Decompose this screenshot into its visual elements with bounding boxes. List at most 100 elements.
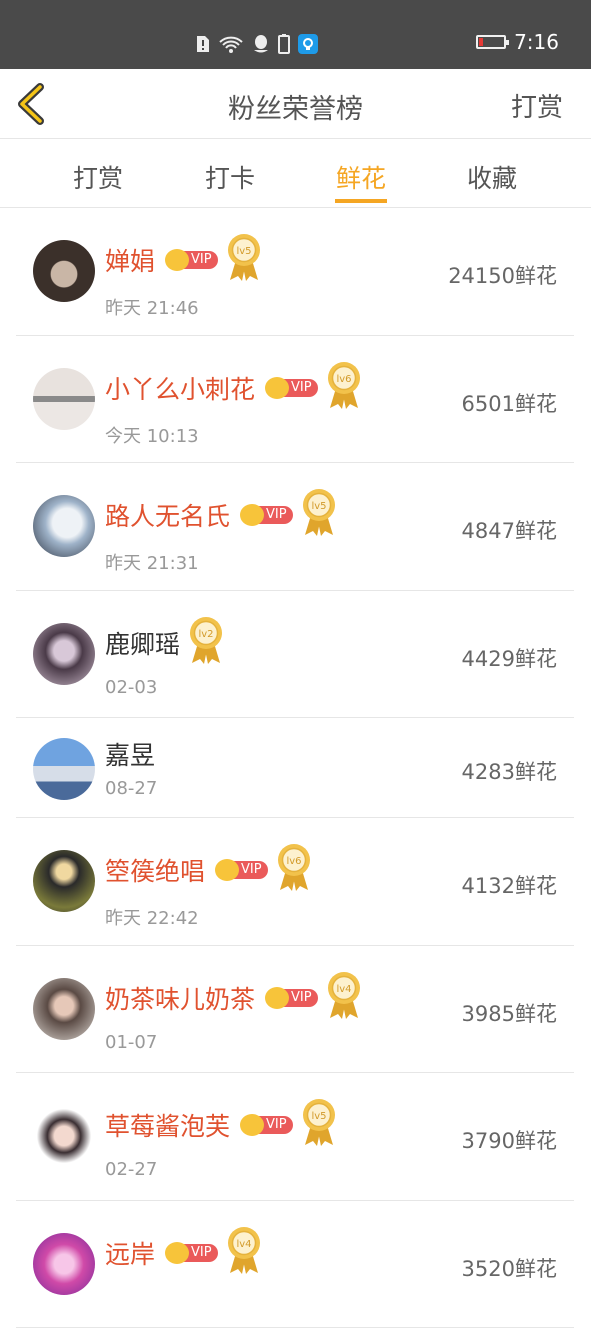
vip-badge: VIP	[265, 377, 318, 399]
crown-icon	[240, 1114, 264, 1136]
flower-count: 24150鲜花	[448, 260, 557, 290]
tab-bar: 打赏 打卡 鲜花 收藏	[0, 139, 591, 208]
level-medal-icon: lv2	[188, 615, 224, 665]
page-title: 粉丝荣誉榜	[0, 87, 591, 126]
crown-icon	[165, 249, 189, 271]
vip-badge: VIP	[240, 1114, 293, 1136]
level-text: lv6	[336, 374, 351, 385]
crown-icon	[265, 377, 289, 399]
crown-icon	[265, 987, 289, 1009]
avatar[interactable]	[33, 978, 95, 1040]
fan-name-line: 奶茶味儿奶茶 VIP lv4	[105, 976, 362, 1020]
level-text: lv5	[311, 501, 326, 512]
battery-icon	[476, 35, 506, 49]
level-text: lv4	[236, 1239, 251, 1250]
flower-count: 4132鲜花	[462, 870, 557, 900]
level-medal-icon: lv6	[326, 360, 362, 410]
fan-row[interactable]: 婵娟 VIP lv5 昨天 21:46 24150鲜花	[16, 208, 574, 336]
tab-reward[interactable]: 打赏	[73, 159, 123, 195]
fan-name: 草莓酱泡芙	[105, 1107, 230, 1143]
avatar[interactable]	[33, 850, 95, 912]
level-medal-icon: lv5	[226, 232, 262, 282]
vip-badge: VIP	[240, 504, 293, 526]
sim-alert-icon	[196, 35, 210, 53]
fan-name-line: 鹿卿瑶 lv2	[105, 621, 224, 665]
level-medal-icon: lv4	[326, 970, 362, 1020]
fan-row[interactable]: 远岸 VIP lv4 3520鲜花	[16, 1201, 574, 1328]
reward-button[interactable]: 打赏	[511, 87, 563, 124]
crown-icon	[240, 504, 264, 526]
fan-row[interactable]: 路人无名氏 VIP lv5 昨天 21:31 4847鲜花	[16, 463, 574, 591]
fan-name-line: 草莓酱泡芙 VIP lv5	[105, 1103, 337, 1147]
avatar[interactable]	[33, 1233, 95, 1295]
level-text: lv4	[336, 984, 351, 995]
fan-time: 02-27	[105, 1159, 157, 1180]
vip-badge: VIP	[215, 859, 268, 881]
tab-checkin[interactable]: 打卡	[205, 159, 255, 195]
phone-battery-icon	[278, 34, 290, 54]
fan-name: 路人无名氏	[105, 497, 230, 533]
app-notification-icon	[298, 34, 318, 54]
fan-name: 小丫么小刺花	[105, 370, 255, 406]
status-icons	[196, 34, 318, 54]
avatar[interactable]	[33, 738, 95, 800]
wifi-icon	[218, 35, 244, 53]
flower-count: 4283鲜花	[462, 756, 557, 786]
fan-name-line: 小丫么小刺花 VIP lv6	[105, 366, 362, 410]
fan-name-line: 路人无名氏 VIP lv5	[105, 493, 337, 537]
level-text: lv2	[198, 629, 213, 640]
fan-row[interactable]: 奶茶味儿奶茶 VIP lv4 01-07 3985鲜花	[16, 946, 574, 1074]
vip-badge: VIP	[165, 1242, 218, 1264]
status-right: 7:16	[476, 30, 559, 54]
flower-count: 6501鲜花	[462, 388, 557, 418]
flower-count: 3985鲜花	[462, 998, 557, 1028]
qq-icon	[252, 34, 270, 54]
flower-count: 3520鲜花	[462, 1253, 557, 1283]
tab-flowers[interactable]: 鲜花	[336, 159, 386, 195]
fan-name: 箜篌绝唱	[105, 852, 205, 888]
avatar[interactable]	[33, 1105, 95, 1167]
fan-time: 昨天 21:46	[105, 294, 199, 320]
status-time: 7:16	[514, 30, 559, 54]
fan-time: 昨天 22:42	[105, 904, 199, 930]
fan-name-line: 婵娟 VIP lv5	[105, 238, 262, 282]
avatar[interactable]	[33, 623, 95, 685]
fan-time: 08-27	[105, 778, 157, 799]
avatar[interactable]	[33, 240, 95, 302]
fan-time: 02-03	[105, 677, 157, 698]
fan-name: 远岸	[105, 1235, 155, 1271]
fan-name-line: 箜篌绝唱 VIP lv6	[105, 848, 312, 892]
avatar[interactable]	[33, 495, 95, 557]
fan-row[interactable]: 箜篌绝唱 VIP lv6 昨天 22:42 4132鲜花	[16, 818, 574, 946]
tab-favorites[interactable]: 收藏	[467, 159, 517, 195]
fan-name: 鹿卿瑶	[105, 625, 180, 661]
vip-badge: VIP	[265, 987, 318, 1009]
level-text: lv6	[286, 856, 301, 867]
app-header: 粉丝荣誉榜 打赏	[0, 69, 591, 139]
fan-row[interactable]: 小丫么小刺花 VIP lv6 今天 10:13 6501鲜花	[16, 336, 574, 464]
fan-list: 婵娟 VIP lv5 昨天 21:46 24150鲜花 小丫么小刺花 VIP l…	[16, 208, 574, 1328]
level-medal-icon: lv4	[226, 1225, 262, 1275]
level-text: lv5	[311, 1111, 326, 1122]
fan-time: 01-07	[105, 1032, 157, 1053]
level-medal-icon: lv5	[301, 487, 337, 537]
avatar[interactable]	[33, 368, 95, 430]
fan-row[interactable]: 草莓酱泡芙 VIP lv5 02-27 3790鲜花	[16, 1073, 574, 1201]
fan-name: 婵娟	[105, 242, 155, 278]
crown-icon	[215, 859, 239, 881]
fan-time: 今天 10:13	[105, 422, 199, 448]
fan-row[interactable]: 鹿卿瑶 lv2 02-03 4429鲜花	[16, 591, 574, 719]
level-text: lv5	[236, 246, 251, 257]
fan-name: 嘉昱	[105, 736, 155, 772]
active-tab-indicator	[335, 199, 387, 203]
crown-icon	[165, 1242, 189, 1264]
level-medal-icon: lv6	[276, 842, 312, 892]
flower-count: 4847鲜花	[462, 515, 557, 545]
fan-time: 昨天 21:31	[105, 549, 199, 575]
fan-name: 奶茶味儿奶茶	[105, 980, 255, 1016]
fan-name-line: 嘉昱	[105, 736, 155, 772]
status-bar: 7:16	[0, 0, 591, 69]
flower-count: 3790鲜花	[462, 1125, 557, 1155]
fan-row[interactable]: 嘉昱 08-27 4283鲜花	[16, 718, 574, 818]
flower-count: 4429鲜花	[462, 643, 557, 673]
